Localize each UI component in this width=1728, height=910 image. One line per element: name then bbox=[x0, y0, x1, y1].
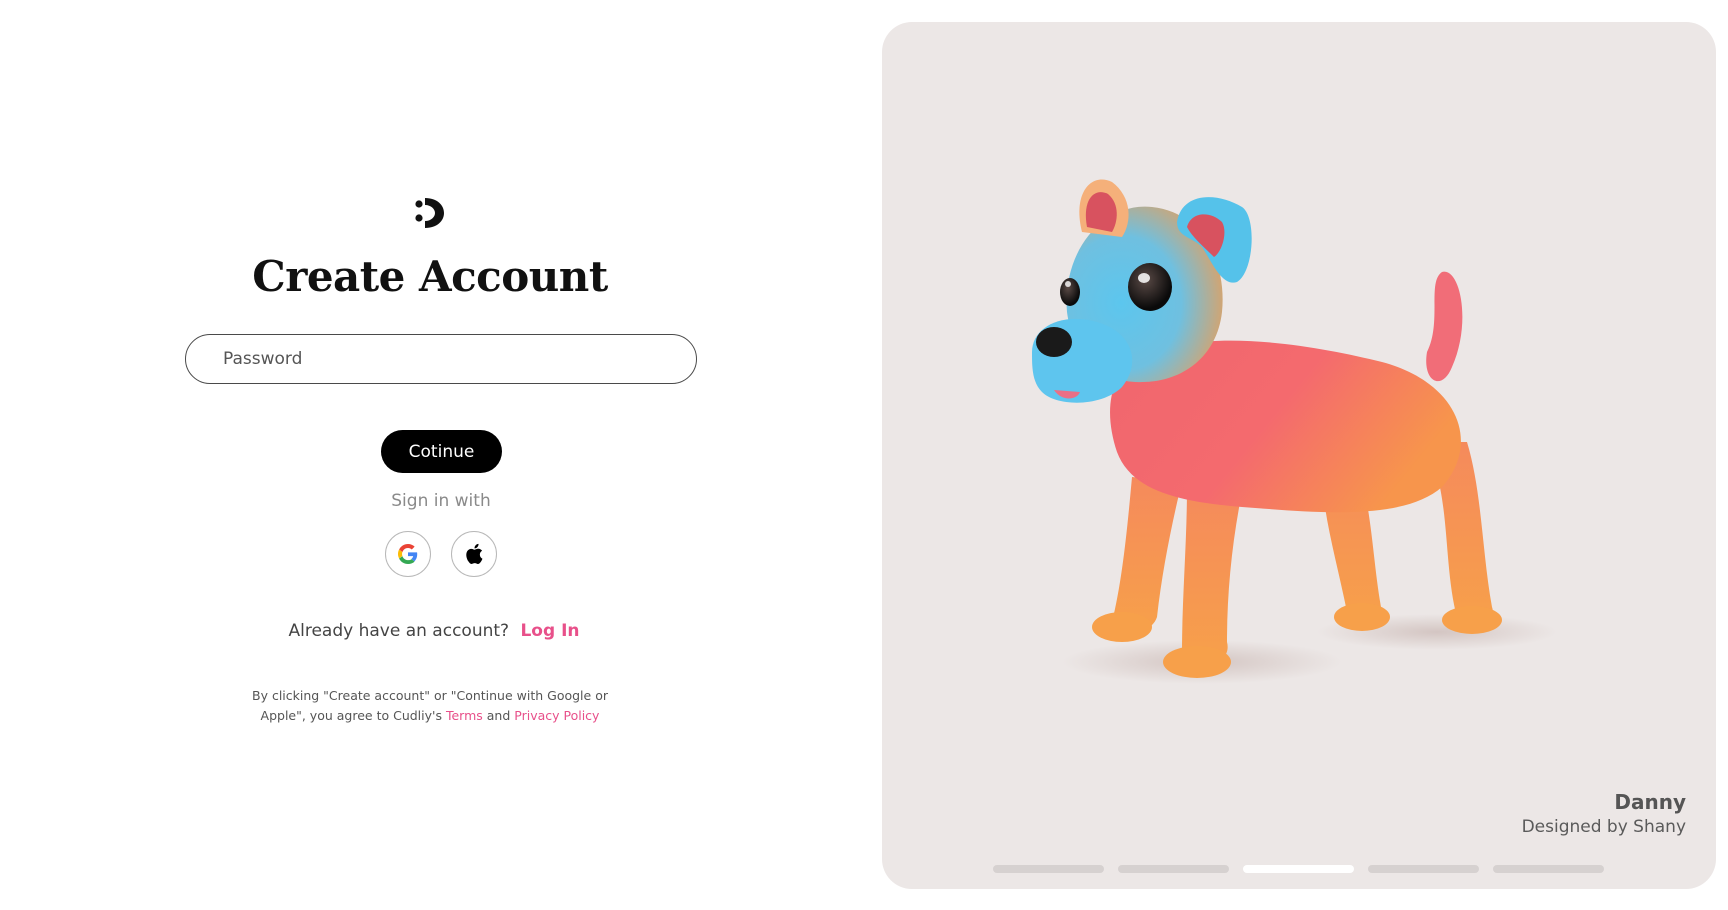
carousel-dot-active[interactable] bbox=[1243, 865, 1354, 873]
signup-form-panel: Create Account Cotinue Sign in with Alre… bbox=[0, 0, 880, 910]
signup-page: Create Account Cotinue Sign in with Alre… bbox=[0, 0, 1728, 910]
product-showcase: Danny Designed by Shany bbox=[882, 22, 1716, 889]
designer-credit: Designed by Shany bbox=[1521, 817, 1686, 837]
toy-dog-image bbox=[1032, 179, 1557, 684]
login-prompt-text: Already have an account? bbox=[288, 621, 510, 641]
legal-notice: By clicking "Create account" or "Continu… bbox=[230, 686, 630, 726]
apple-signin-button[interactable] bbox=[451, 531, 497, 577]
apple-icon bbox=[466, 543, 483, 564]
design-name: Danny bbox=[1614, 790, 1686, 814]
page-title: Create Account bbox=[252, 252, 608, 301]
password-input[interactable] bbox=[185, 334, 697, 384]
carousel-dot[interactable] bbox=[1493, 865, 1604, 873]
continue-button[interactable]: Cotinue bbox=[381, 430, 502, 473]
legal-and-text: and bbox=[486, 708, 511, 723]
carousel-indicators bbox=[993, 865, 1613, 873]
sign-in-with-label: Sign in with bbox=[391, 491, 491, 511]
terms-link[interactable]: Terms bbox=[446, 708, 483, 723]
login-prompt-line: Already have an account? Log In bbox=[0, 621, 868, 641]
carousel-dot[interactable] bbox=[993, 865, 1104, 873]
brand-logo bbox=[415, 198, 444, 228]
google-icon bbox=[398, 544, 418, 564]
login-link[interactable]: Log In bbox=[520, 621, 579, 641]
carousel-dot[interactable] bbox=[1118, 865, 1229, 873]
carousel-dot[interactable] bbox=[1368, 865, 1479, 873]
google-signin-button[interactable] bbox=[385, 531, 431, 577]
privacy-policy-link[interactable]: Privacy Policy bbox=[514, 708, 599, 723]
